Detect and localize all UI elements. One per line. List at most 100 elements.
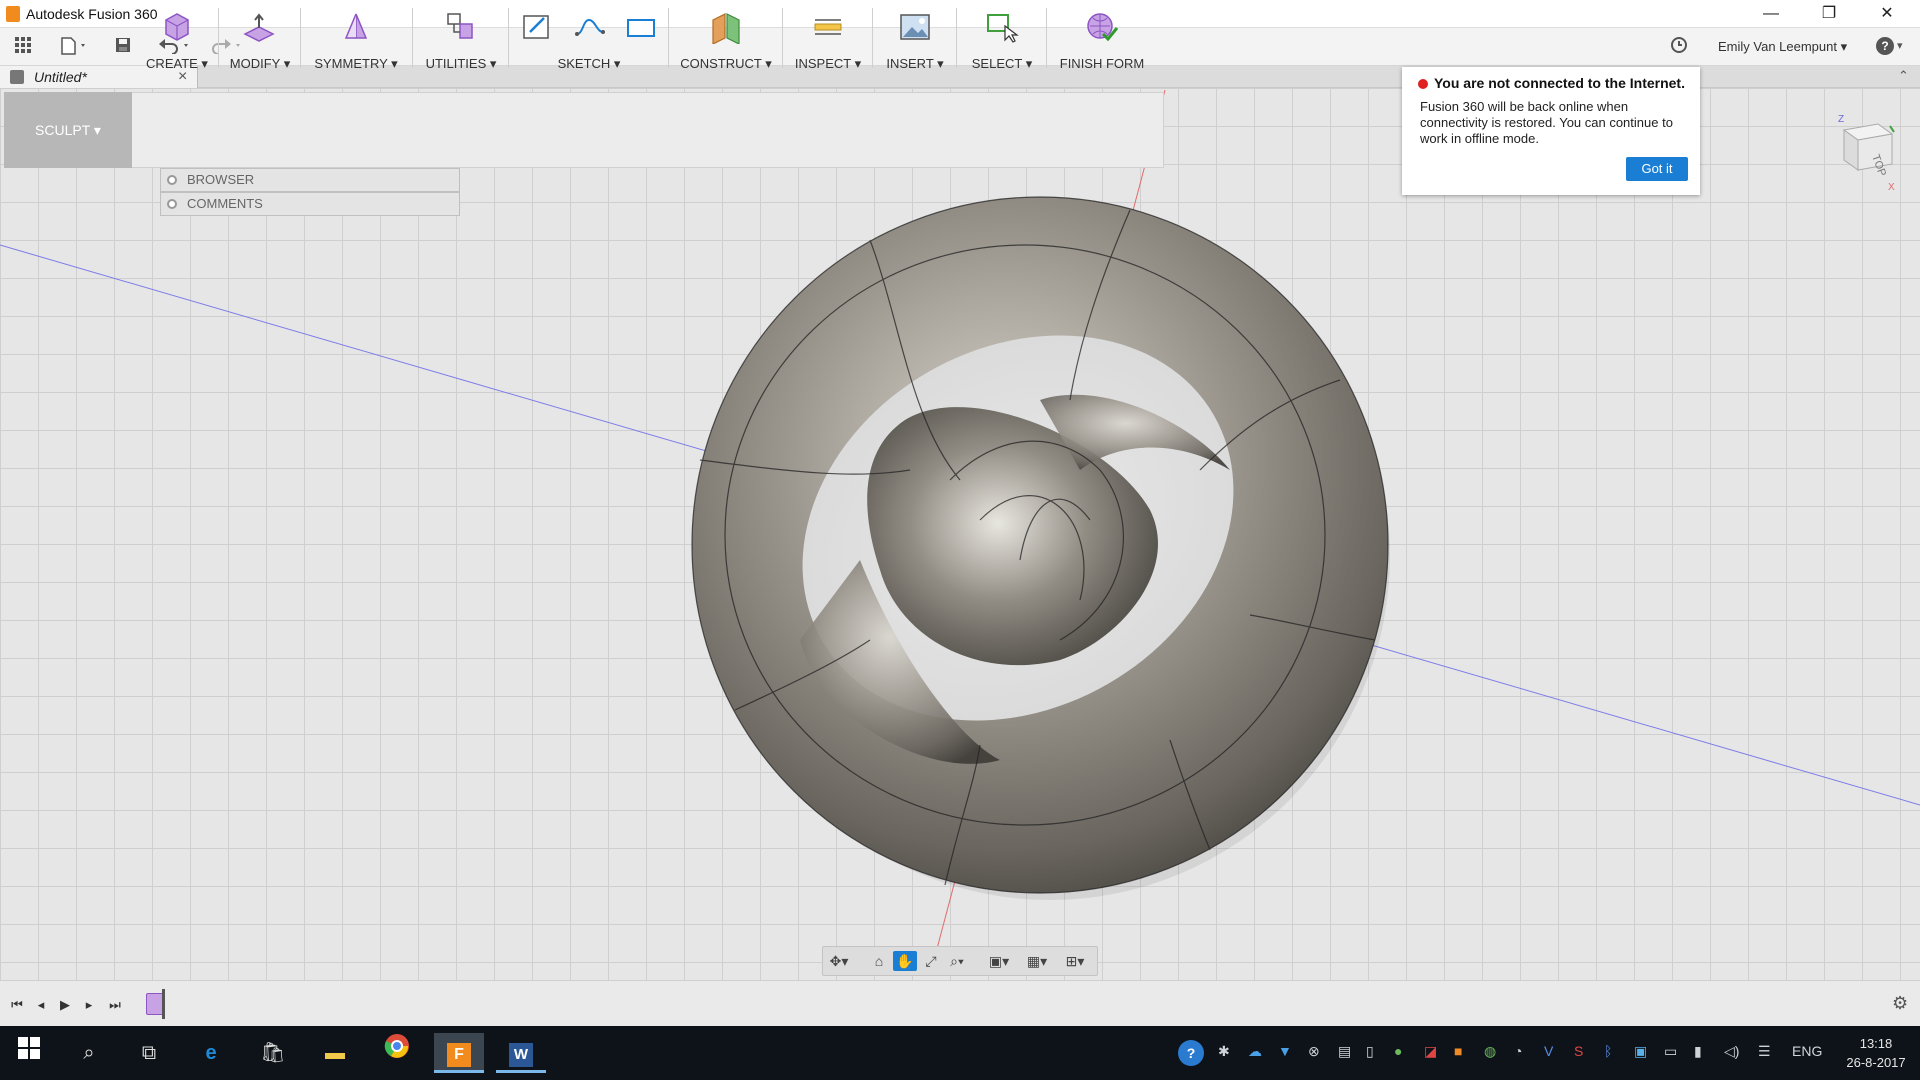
tray-blue-icon[interactable]: ▣ [1634, 1043, 1647, 1060]
expand-comments-icon[interactable] [167, 199, 177, 209]
tray-orange-icon[interactable]: ■ [1454, 1043, 1462, 1059]
viewports-icon[interactable]: ⊞▾ [1063, 951, 1087, 971]
symmetry-menu[interactable]: SYMMETRY ▾ [306, 0, 406, 76]
file-menu-icon[interactable] [56, 36, 92, 58]
sketch-rectangle-icon [627, 19, 655, 37]
fusion-360-taskbar-icon[interactable]: F [434, 1033, 484, 1073]
user-account-menu[interactable]: Emily Van Leempunt ▾ [1718, 39, 1847, 55]
browser-panel[interactable]: BROWSER [160, 168, 460, 192]
toolbar-separator [1046, 8, 1047, 68]
ribbon-toolbar [4, 92, 1164, 168]
toolbar-separator [872, 8, 873, 68]
create-sketch-icon [523, 15, 549, 39]
edge-browser-icon[interactable]: e [186, 1033, 236, 1073]
zoom-icon[interactable]: ⌕▾ [945, 951, 969, 971]
timeline-bar: ⏮ ◂ ▶ ▸ ⏭ ⚙ [0, 980, 1920, 1026]
toolbar-separator [668, 8, 669, 68]
finish-form-button[interactable]: FINISH FORM [1052, 0, 1152, 76]
got-it-button[interactable]: Got it [1626, 157, 1688, 181]
restore-button[interactable]: ❐ [1800, 0, 1858, 28]
viewcube-x-label: X [1888, 182, 1895, 192]
modify-form-icon [243, 13, 275, 42]
step-back-icon[interactable]: ◂ [30, 995, 52, 1015]
file-explorer-icon[interactable]: ▬ [310, 1033, 360, 1073]
sketch-menu[interactable]: SKETCH ▾ [514, 0, 664, 76]
store-icon[interactable]: 🛍 [248, 1033, 298, 1073]
construct-plane-icon [712, 13, 740, 44]
vpn-icon[interactable]: V [1544, 1043, 1553, 1059]
utilities-menu[interactable]: UTILITIES ▾ [418, 0, 504, 76]
clock[interactable]: 13:18 26-8-2017 [1838, 1034, 1914, 1072]
browser-label: BROWSER [187, 172, 255, 187]
model-scene [0, 89, 1920, 976]
help-tray-icon[interactable]: ? [1178, 1040, 1204, 1066]
close-button[interactable]: ✕ [1858, 0, 1916, 28]
toolbar-separator [508, 8, 509, 68]
offline-notification: You are not connected to the Internet. F… [1402, 67, 1700, 195]
windows-start-icon[interactable] [4, 1033, 54, 1073]
inspect-menu[interactable]: INSPECT ▾ [788, 0, 868, 76]
data-panel-grid-icon[interactable] [12, 36, 34, 58]
insert-menu[interactable]: INSERT ▾ [878, 0, 952, 76]
zoom-window-icon[interactable]: ⤢ [919, 951, 943, 971]
notification-body: Fusion 360 will be back online when conn… [1420, 99, 1673, 146]
help-dropdown-icon[interactable]: ▾ [1897, 39, 1903, 52]
comments-label: COMMENTS [187, 196, 263, 211]
search-icon[interactable]: ⌕ [64, 1033, 114, 1073]
volume-icon[interactable]: ◁) [1724, 1043, 1739, 1060]
usb-icon[interactable]: ▯ [1366, 1043, 1374, 1060]
timeline-marker[interactable] [162, 989, 165, 1019]
pan-icon[interactable]: ✋ [893, 951, 917, 971]
minimize-button[interactable]: — [1742, 0, 1800, 28]
look-at-icon[interactable]: ⌂ [867, 951, 891, 971]
step-forward-icon[interactable]: ▸ [78, 995, 100, 1015]
display-settings-icon[interactable]: ▣▾ [987, 951, 1011, 971]
insert-image-icon [900, 14, 930, 40]
collapse-toolbar-icon[interactable]: ⌃ [1898, 68, 1909, 84]
onedrive-icon[interactable]: ☁ [1248, 1043, 1262, 1060]
modify-menu[interactable]: MODIFY ▾ [224, 0, 296, 76]
dropbox-icon[interactable]: ▼ [1278, 1043, 1292, 1059]
language-indicator[interactable]: ENG [1792, 1043, 1822, 1059]
canvas-viewport[interactable] [0, 88, 1920, 980]
toolbar-separator [300, 8, 301, 68]
fusion-logo-icon [6, 6, 20, 22]
document-icon [10, 70, 24, 84]
tray-app-icon[interactable]: ▤ [1338, 1043, 1351, 1060]
tray-app-icon[interactable]: ⊗ [1308, 1043, 1320, 1060]
tray-chat-icon[interactable]: ◍ [1484, 1043, 1496, 1060]
orbit-icon[interactable]: ✥▾ [827, 951, 851, 971]
expand-browser-icon[interactable] [167, 175, 177, 185]
job-status-icon[interactable] [1668, 36, 1690, 58]
navigation-bar: ✥▾ ⌂ ✋ ⤢ ⌕▾ ▣▾ ▦▾ ⊞▾ [822, 946, 1098, 976]
timeline-settings-gear-icon[interactable]: ⚙ [1892, 993, 1908, 1014]
bluetooth-icon[interactable]: ᛒ [1604, 1043, 1612, 1059]
view-cube[interactable]: TOP Z X [1824, 112, 1904, 193]
workspace-switcher[interactable]: SCULPT ▾ [4, 92, 132, 168]
go-to-start-icon[interactable]: ⏮ [6, 995, 28, 1015]
utilities-icon [447, 13, 473, 39]
battery-icon[interactable]: ▮ [1694, 1043, 1702, 1060]
alert-dot-icon [1418, 79, 1428, 89]
tray-green-icon[interactable]: ● [1394, 1043, 1402, 1059]
create-menu[interactable]: CREATE ▾ [140, 0, 214, 76]
grid-settings-icon[interactable]: ▦▾ [1025, 951, 1049, 971]
display-icon[interactable]: ▭ [1664, 1043, 1677, 1060]
go-to-end-icon[interactable]: ⏭ [104, 995, 126, 1015]
select-menu[interactable]: SELECT ▾ [962, 0, 1042, 76]
play-icon[interactable]: ▶ [54, 995, 76, 1015]
word-icon[interactable]: W [496, 1033, 546, 1073]
acrobat-icon[interactable]: ◪ [1424, 1043, 1437, 1060]
task-view-icon[interactable]: ⧉ [124, 1033, 174, 1073]
chrome-icon[interactable] [372, 1033, 422, 1073]
help-icon[interactable]: ? [1876, 37, 1894, 55]
settings-tray-icon[interactable]: ✱ [1218, 1043, 1230, 1060]
windows-taskbar: ⌕ ⧉ e 🛍 ▬ F W ? ✱ ☁ ▼ ⊗ ▤ ▯ ● ◪ ■ ◍ ◔ V … [0, 1026, 1920, 1080]
toolbar-separator [412, 8, 413, 68]
comments-panel[interactable]: COMMENTS [160, 192, 460, 216]
construct-menu[interactable]: CONSTRUCT ▾ [674, 0, 778, 76]
save-icon[interactable] [112, 36, 134, 58]
solidworks-icon[interactable]: S [1574, 1043, 1583, 1059]
wifi-icon[interactable]: ◔ [1514, 1043, 1522, 1059]
action-center-icon[interactable]: ☰ [1758, 1043, 1771, 1060]
